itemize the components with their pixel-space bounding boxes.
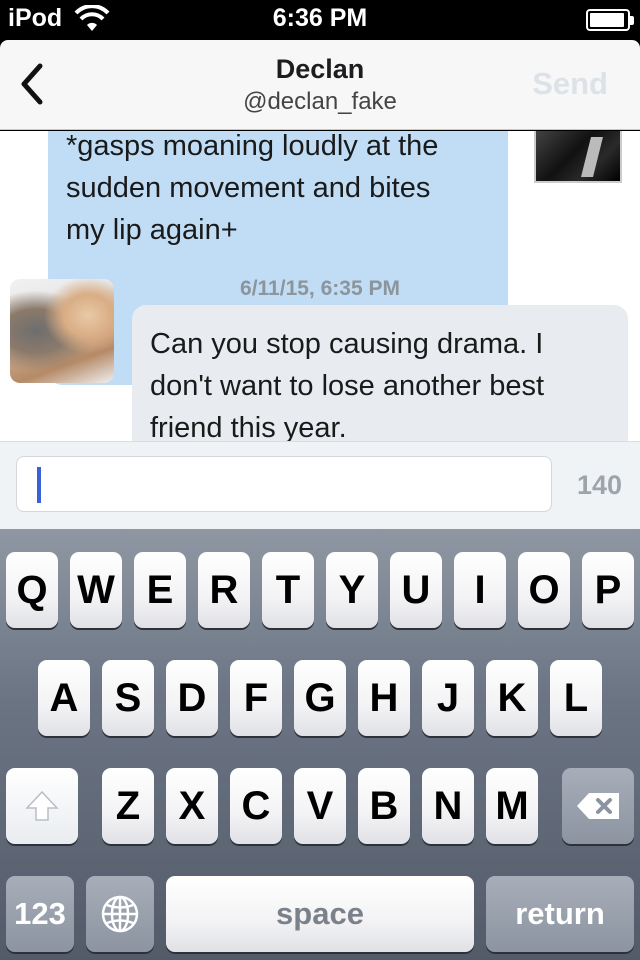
return-key[interactable]: return xyxy=(486,876,634,952)
key-c[interactable]: C xyxy=(230,768,282,844)
globe-icon xyxy=(101,895,139,933)
key-d[interactable]: D xyxy=(166,660,218,736)
key-p[interactable]: P xyxy=(582,552,634,628)
backspace-icon xyxy=(577,793,619,819)
key-i[interactable]: I xyxy=(454,552,506,628)
status-time: 6:36 PM xyxy=(272,4,368,32)
character-count: 140 xyxy=(576,470,622,500)
status-bar: iPod 6:36 PM xyxy=(0,0,640,40)
message-line: don't want to lose another best xyxy=(150,370,545,402)
key-e[interactable]: E xyxy=(134,552,186,628)
key-u[interactable]: U xyxy=(390,552,442,628)
sender-avatar[interactable] xyxy=(534,131,622,183)
shift-arrow-icon xyxy=(25,790,59,821)
key-q[interactable]: Q xyxy=(6,552,58,628)
battery-icon xyxy=(586,9,634,31)
key-w[interactable]: W xyxy=(70,552,122,628)
message-line: friend this year. xyxy=(150,412,347,441)
space-key[interactable]: space xyxy=(166,876,474,952)
key-o[interactable]: O xyxy=(518,552,570,628)
key-g[interactable]: G xyxy=(294,660,346,736)
key-j[interactable]: J xyxy=(422,660,474,736)
key-f[interactable]: F xyxy=(230,660,282,736)
send-button[interactable]: Send xyxy=(532,66,608,102)
key-n[interactable]: N xyxy=(422,768,474,844)
message-line: sudden movement and bites xyxy=(66,172,431,204)
text-caret xyxy=(37,467,41,503)
incoming-message-bubble: Can you stop causing drama. I don't want… xyxy=(132,305,628,441)
key-k[interactable]: K xyxy=(486,660,538,736)
key-x[interactable]: X xyxy=(166,768,218,844)
compose-bar: 140 xyxy=(0,441,640,529)
message-thread[interactable]: *gasps moaning loudly at the sudden move… xyxy=(0,131,640,441)
key-l[interactable]: L xyxy=(550,660,602,736)
key-z[interactable]: Z xyxy=(102,768,154,844)
message-line: Can you stop causing drama. I xyxy=(150,328,544,360)
message-input[interactable] xyxy=(16,456,552,512)
key-h[interactable]: H xyxy=(358,660,410,736)
delete-key[interactable] xyxy=(562,768,634,844)
key-y[interactable]: Y xyxy=(326,552,378,628)
keyboard: Q W E R T Y U I O P A S D F G H J K L Z … xyxy=(0,529,640,960)
contact-avatar[interactable] xyxy=(10,279,114,383)
key-v[interactable]: V xyxy=(294,768,346,844)
key-t[interactable]: T xyxy=(262,552,314,628)
key-s[interactable]: S xyxy=(102,660,154,736)
numbers-key[interactable]: 123 xyxy=(6,876,74,952)
key-r[interactable]: R xyxy=(198,552,250,628)
key-a[interactable]: A xyxy=(38,660,90,736)
navigation-bar: Declan @declan_fake Send xyxy=(0,40,640,130)
key-m[interactable]: M xyxy=(486,768,538,844)
shift-key[interactable] xyxy=(6,768,78,844)
message-line: my lip again+ xyxy=(66,214,238,246)
key-b[interactable]: B xyxy=(358,768,410,844)
message-line: *gasps moaning loudly at the xyxy=(66,131,439,162)
globe-key[interactable] xyxy=(86,876,154,952)
